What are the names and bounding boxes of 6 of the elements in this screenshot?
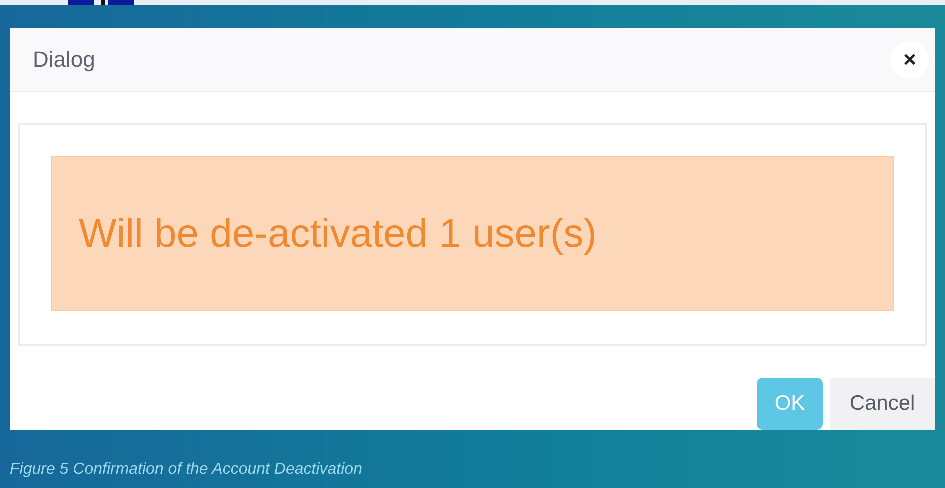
logo-fragment-drawing bbox=[68, 0, 134, 5]
figure-caption: Figure 5 Confirmation of the Account Deactivation bbox=[10, 461, 362, 478]
warning-message: Will be de-activated 1 user(s) bbox=[79, 210, 597, 258]
close-button[interactable]: × bbox=[891, 40, 929, 78]
dialog-title: Dialog bbox=[33, 46, 96, 74]
cancel-button[interactable]: Cancel bbox=[830, 378, 935, 430]
